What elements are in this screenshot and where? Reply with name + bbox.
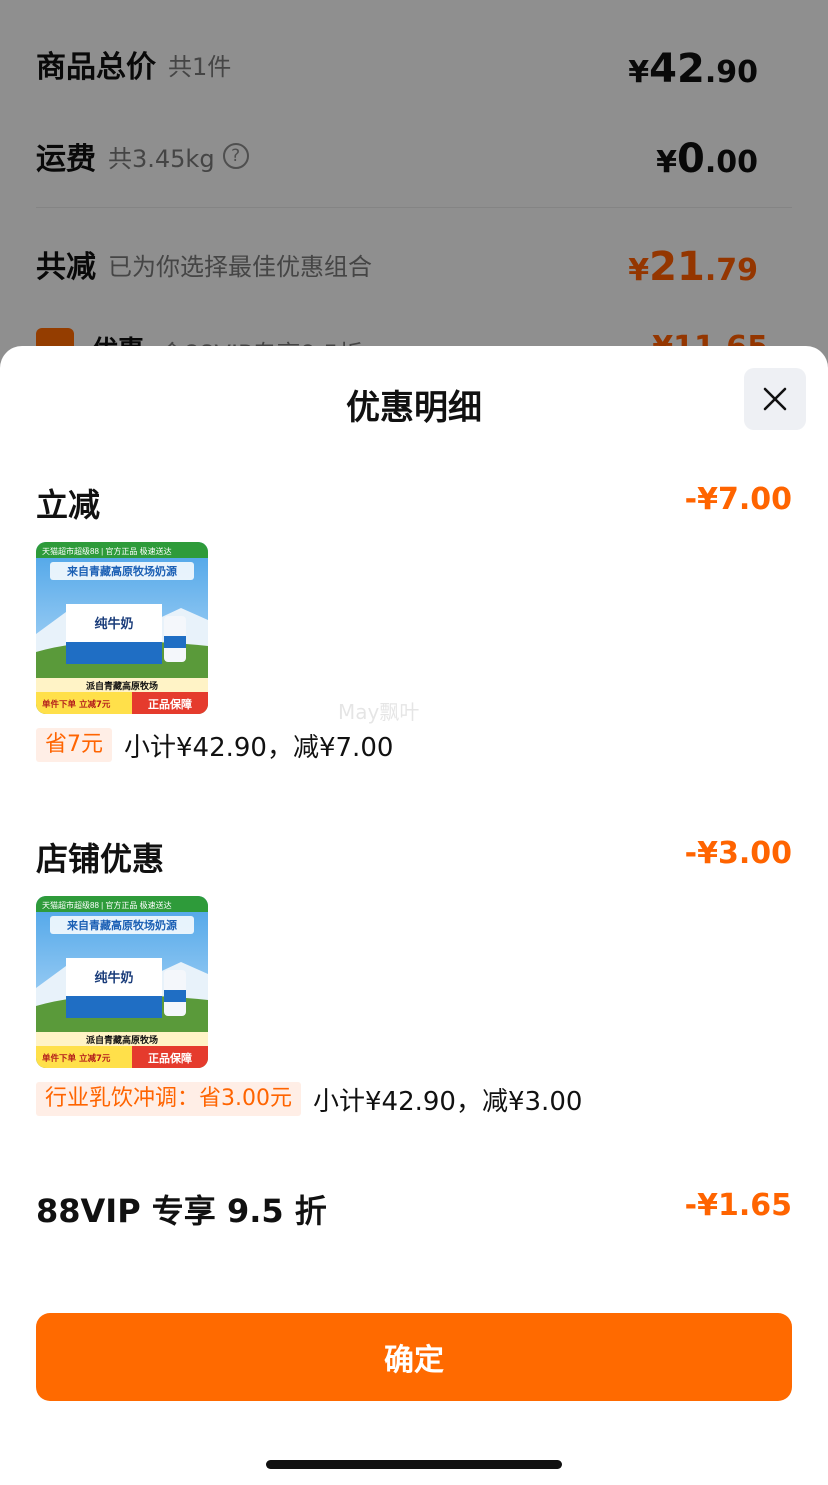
instant-discount-title: 立减 [36, 486, 101, 524]
banner-top-text: 天猫超市超级88 | 官方正品 极速送达 [42, 546, 172, 556]
instant-discount-detail: 省7元 小计¥42.90，减¥7.00 [36, 728, 394, 763]
store-discount-detail: 行业乳饮冲调：省3.00元 小计¥42.90，减¥3.00 [36, 1082, 583, 1117]
category-save-tag: 行业乳饮冲调：省3.00元 [36, 1082, 301, 1116]
bottom-right-text: 正品保障 [148, 1051, 192, 1065]
subtotal-text: 小计¥42.90，减¥7.00 [124, 732, 394, 763]
product-thumbnail[interactable]: 天猫超市超级88 | 官方正品 极速送达 来自青藏高原牧场奶源 纯牛奶 派自青藏… [36, 896, 208, 1068]
sub-banner-text: 派自青藏高原牧场 [86, 680, 158, 692]
home-indicator[interactable] [266, 1460, 562, 1469]
product-name: 纯牛奶 [94, 616, 133, 632]
sub-banner-text: 派自青藏高原牧场 [86, 1034, 158, 1046]
product-name: 纯牛奶 [94, 970, 133, 986]
product-thumbnail[interactable]: 天猫超市超级88 | 官方正品 极速送达 来自青藏高原牧场奶源 纯牛奶 派自青藏… [36, 542, 208, 714]
store-discount-amount: -¥3.00 [684, 836, 792, 871]
vip-discount-title: 88VIP 专享 9.5 折 [36, 1192, 327, 1230]
vip-discount-amount: -¥1.65 [684, 1188, 792, 1223]
close-button[interactable] [744, 368, 806, 430]
bottom-left-text: 单件下单 立减7元 [42, 699, 111, 710]
instant-discount-amount: -¥7.00 [684, 482, 792, 517]
milk-product-image: 天猫超市超级88 | 官方正品 极速送达 来自青藏高原牧场奶源 纯牛奶 派自青藏… [36, 896, 208, 1068]
headline-text: 来自青藏高原牧场奶源 [66, 564, 177, 578]
watermark: May飘叶 [338, 700, 420, 724]
milk-product-image: 天猫超市超级88 | 官方正品 极速送达 来自青藏高原牧场奶源 纯牛奶 派自青藏… [36, 542, 208, 714]
store-discount-title: 店铺优惠 [36, 840, 165, 878]
save-tag: 省7元 [36, 728, 112, 762]
subtotal-text: 小计¥42.90，减¥3.00 [313, 1086, 583, 1117]
bottom-left-text: 单件下单 立减7元 [42, 1053, 111, 1064]
sheet-title: 优惠明细 [346, 388, 482, 428]
confirm-button[interactable]: 确定 [36, 1313, 792, 1401]
discount-details-sheet: 优惠明细 May飘叶 立减 -¥7.00 天猫超市超级88 | 官方正品 极速送… [0, 346, 828, 1485]
headline-text: 来自青藏高原牧场奶源 [66, 918, 177, 932]
bottom-right-text: 正品保障 [148, 697, 192, 711]
banner-top-text: 天猫超市超级88 | 官方正品 极速送达 [42, 900, 172, 910]
close-icon [763, 387, 787, 411]
